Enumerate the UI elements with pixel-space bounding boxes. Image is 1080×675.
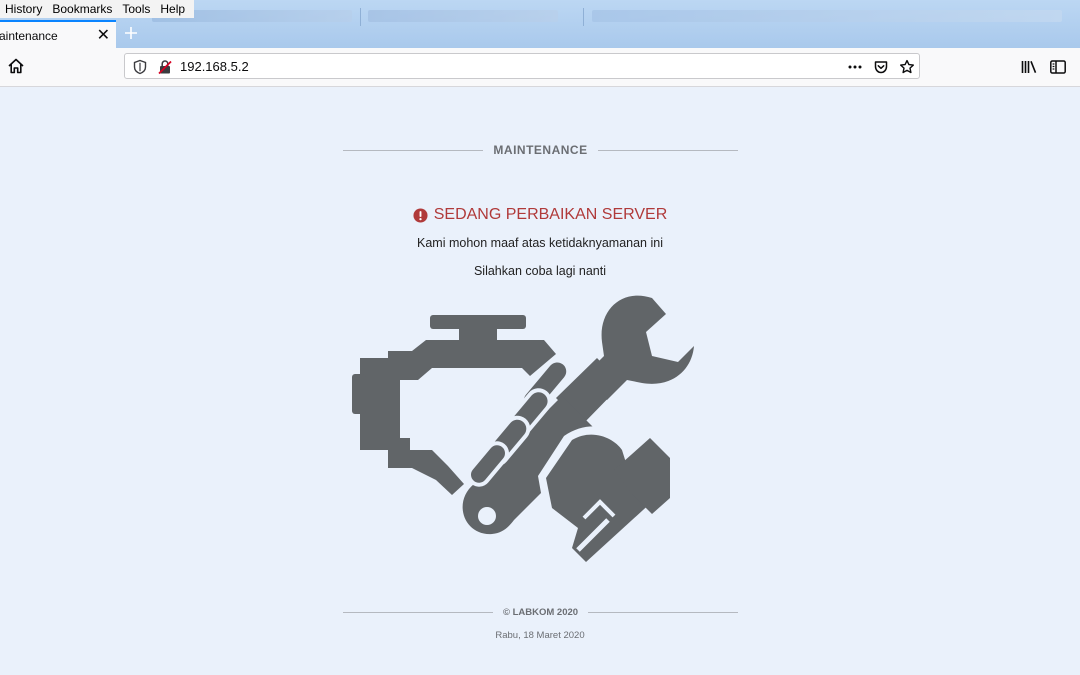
alert-title: SEDANG PERBAIKAN SERVER	[433, 206, 668, 223]
page-heading-row: MAINTENANCE	[343, 143, 739, 157]
menu-history[interactable]: History	[0, 0, 47, 18]
close-tab-icon[interactable]: ✕	[97, 28, 110, 44]
divider	[343, 612, 493, 613]
navigation-toolbar: 192.168.5.2	[0, 48, 1080, 87]
pocket-icon[interactable]	[873, 59, 889, 75]
active-tab[interactable]: aintenance ✕	[0, 20, 116, 50]
footer-row: © LABKOM 2020	[343, 607, 739, 618]
tab-separator	[583, 8, 584, 26]
retry-message: Silahkan coba lagi nanti	[473, 264, 607, 278]
tab-title: aintenance	[0, 29, 58, 43]
alert-title-row: SEDANG PERBAIKAN SERVER	[0, 206, 1080, 224]
divider	[597, 149, 739, 151]
page-heading: MAINTENANCE	[493, 143, 588, 157]
divider	[343, 149, 484, 151]
bookmark-star-icon[interactable]	[899, 59, 915, 75]
home-icon[interactable]	[7, 57, 25, 75]
plus-icon	[125, 27, 137, 39]
copyright-text: © LABKOM 2020	[502, 607, 579, 618]
library-icon[interactable]	[1020, 58, 1038, 76]
exclamation-circle-icon	[413, 207, 428, 223]
menu-tools[interactable]: Tools	[117, 0, 155, 18]
menu-bookmarks[interactable]: Bookmarks	[47, 0, 117, 18]
background-tab[interactable]	[592, 4, 1072, 28]
url-bar[interactable]: 192.168.5.2	[124, 53, 920, 79]
menu-bar: History Bookmarks Tools Help	[0, 0, 195, 18]
insecure-connection-icon[interactable]	[157, 59, 173, 75]
tab-separator	[360, 8, 361, 26]
apology-message: Kami mohon maaf atas ketidaknyamanan ini	[417, 236, 663, 250]
background-tab[interactable]	[368, 4, 578, 28]
new-tab-button[interactable]	[120, 22, 142, 44]
footer-date: Rabu, 18 Maret 2020	[495, 630, 585, 641]
divider	[588, 612, 739, 613]
tab-strip: History Bookmarks Tools Help aintenance …	[0, 0, 1080, 50]
menu-help[interactable]: Help	[155, 0, 190, 18]
url-text: 192.168.5.2	[180, 59, 249, 74]
tracking-protection-icon[interactable]	[132, 59, 148, 75]
more-actions-icon[interactable]	[847, 59, 863, 75]
engine-wrench-hand-icon	[352, 295, 694, 570]
sidebar-icon[interactable]	[1049, 58, 1067, 76]
maintenance-page: MAINTENANCE SEDANG PERBAIKAN SERVER Kami…	[0, 87, 1080, 675]
